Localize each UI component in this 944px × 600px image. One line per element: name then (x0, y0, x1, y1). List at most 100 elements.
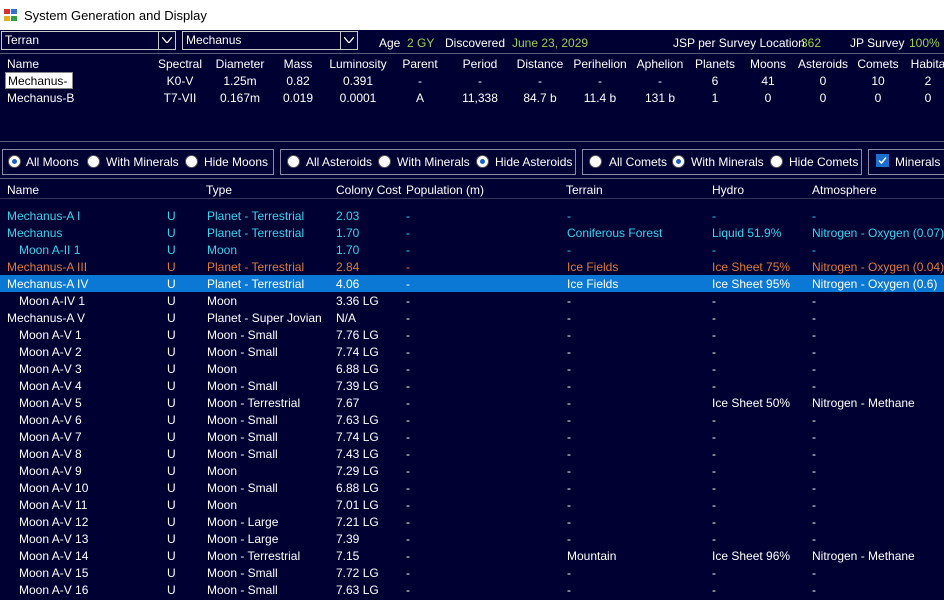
minerals-checkbox[interactable] (876, 154, 889, 167)
table-row[interactable]: Moon A-II 1 U Moon 1.70 - - - - (0, 241, 944, 258)
radio-label: With Minerals (106, 155, 179, 169)
radio-label: With Minerals (691, 155, 764, 169)
table-row[interactable]: Moon A-V 3 U Moon 6.88 LG - - - - (0, 360, 944, 377)
cell-atmo: - (812, 294, 816, 308)
radio-all-asteroids[interactable] (287, 155, 300, 168)
table-row[interactable]: Moon A-V 5 U Moon - Terrestrial 7.67 - - Ice S… (0, 394, 944, 411)
table-row[interactable]: Moon A-V 7 U Moon - Small 7.74 LG - - - - (0, 428, 944, 445)
cell-name: Moon A-V 16 (19, 583, 89, 597)
radio-moons-with-minerals[interactable] (87, 155, 100, 168)
cell-pop: - (406, 379, 410, 393)
cell-u: U (167, 294, 176, 308)
radio-hide-comets[interactable] (770, 155, 783, 168)
bodies-col-header: Hydro (712, 183, 745, 197)
cell-pop: - (406, 294, 410, 308)
radio-hide-moons[interactable] (185, 155, 198, 168)
table-row[interactable]: Moon A-V 12 U Moon - Large 7.21 LG - - - - (0, 513, 944, 530)
cell-terrain: - (567, 447, 571, 461)
cell-u: U (167, 430, 176, 444)
table-row[interactable]: Mechanus-A V U Planet - Super Jovian N/A - - -… (0, 309, 944, 326)
cell-hydro: - (712, 515, 716, 529)
star-name-cell-selected[interactable]: Mechanus-A (5, 72, 73, 102)
cell-hydro: - (712, 294, 716, 308)
table-row[interactable]: Moon A-V 16 U Moon - Small 7.63 LG - - - - (0, 581, 944, 598)
table-row[interactable]: Moon A-V 2 U Moon - Small 7.74 LG - - - - (0, 343, 944, 360)
cell-atmo: - (812, 464, 816, 478)
table-row[interactable]: Moon A-V 13 U Moon - Large 7.39 - - - - (0, 530, 944, 547)
radio-all-moons[interactable] (8, 155, 21, 168)
jp-survey-value: 100% (909, 36, 940, 50)
window-title: System Generation and Display (24, 8, 207, 23)
cell-pop: - (406, 226, 410, 240)
table-row[interactable]: Moon A-IV 1 U Moon 3.36 LG - - - - (0, 292, 944, 309)
cell-u: U (167, 515, 176, 529)
table-row[interactable]: Moon A-V 8 U Moon - Small 7.43 LG - - - - (0, 445, 944, 462)
cell-pop: - (406, 413, 410, 427)
cell-u: U (167, 226, 176, 240)
cell-cost: 2.84 (336, 260, 360, 274)
table-row[interactable]: Moon A-V 10 U Moon - Small 6.88 LG - - - - (0, 479, 944, 496)
star-cell: 41 (761, 74, 775, 88)
table-row[interactable]: Mechanus-A I U Planet - Terrestrial 2.03 - - -… (0, 207, 944, 224)
star-cell: 1.25m (223, 74, 257, 88)
radio-hide-asteroids[interactable] (476, 155, 489, 168)
cell-hydro: Ice Sheet 50% (712, 396, 791, 410)
star-col-header: Parent (402, 57, 438, 71)
radio-asteroids-with-minerals[interactable] (378, 155, 391, 168)
cell-cost: 7.72 LG (336, 566, 379, 580)
cell-type: Moon - Small (207, 447, 278, 461)
bodies-col-header: Population (m) (406, 183, 485, 197)
table-row[interactable]: Mechanus-A III U Planet - Terrestrial 2.84 -… (0, 258, 944, 275)
cell-name: Moon A-II 1 (19, 243, 81, 257)
cell-name: Moon A-V 8 (19, 447, 82, 461)
table-row[interactable]: Mechanus U Planet - Terrestrial 1.70 - Conife… (0, 224, 944, 241)
cell-cost: 3.36 LG (336, 294, 379, 308)
cell-type: Moon - Small (207, 379, 278, 393)
cell-terrain: - (567, 413, 571, 427)
cell-u: U (167, 260, 176, 274)
cell-name: Mechanus-A V (7, 311, 86, 325)
cell-cost: 7.01 LG (336, 498, 379, 512)
cell-type: Moon - Small (207, 583, 278, 597)
table-row[interactable]: Moon A-V 1 U Moon - Small 7.76 LG - - - - (0, 326, 944, 343)
cell-hydro: - (712, 481, 716, 495)
cell-terrain: Mountain (567, 549, 617, 563)
cell-type: Moon (207, 498, 238, 512)
star-cell: 0.019 (282, 91, 314, 105)
cell-name: Moon A-V 14 (19, 549, 89, 563)
star-cell: 131 b (644, 91, 676, 105)
chevron-down-icon[interactable] (340, 32, 357, 49)
radio-all-comets[interactable] (589, 155, 602, 168)
radio-label: All Asteroids (306, 155, 373, 169)
table-row[interactable]: Moon A-V 6 U Moon - Small 7.63 LG - - - - (0, 411, 944, 428)
cell-pop: - (406, 243, 410, 257)
cell-atmo: Nitrogen - Oxygen (0.07) (812, 226, 944, 240)
chevron-down-icon[interactable] (158, 32, 175, 49)
system-select[interactable]: Mechanus (182, 31, 358, 50)
discovered-label: Discovered (445, 36, 506, 50)
radio-comets-with-minerals[interactable] (672, 155, 685, 168)
table-row[interactable]: Moon A-V 11 U Moon 7.01 LG - - - - (0, 496, 944, 513)
cell-cost: N/A (336, 311, 357, 325)
star-cell: T7-VII (163, 91, 197, 105)
comets-filter-group: All Comets With Minerals Hide Comets (582, 149, 862, 175)
table-row[interactable]: Moon A-V 4 U Moon - Small 7.39 LG - - - - (0, 377, 944, 394)
cell-terrain: - (567, 464, 571, 478)
star-col-header: Comets (857, 57, 899, 71)
table-row[interactable]: Moon A-V 15 U Moon - Small 7.72 LG - - - - (0, 564, 944, 581)
cell-terrain: - (567, 430, 571, 444)
cell-hydro: Ice Sheet 96% (712, 549, 791, 563)
cell-atmo: - (812, 311, 816, 325)
cell-hydro: - (712, 345, 716, 359)
divider (0, 141, 944, 142)
race-select[interactable]: Terran (1, 31, 176, 50)
cell-hydro: - (712, 243, 716, 257)
table-row[interactable]: Moon A-V 9 U Moon 7.29 LG - - - - (0, 462, 944, 479)
cell-atmo: - (812, 566, 816, 580)
table-row[interactable]: Moon A-V 14 U Moon - Terrestrial 7.15 - Mount… (0, 547, 944, 564)
cell-type: Moon - Small (207, 328, 278, 342)
cell-u: U (167, 345, 176, 359)
cell-name: Mechanus-A IV (7, 277, 89, 291)
cell-u: U (167, 481, 176, 495)
table-row[interactable]: Mechanus-A IV U Planet - Terrestrial 4.06 - I… (0, 275, 944, 292)
